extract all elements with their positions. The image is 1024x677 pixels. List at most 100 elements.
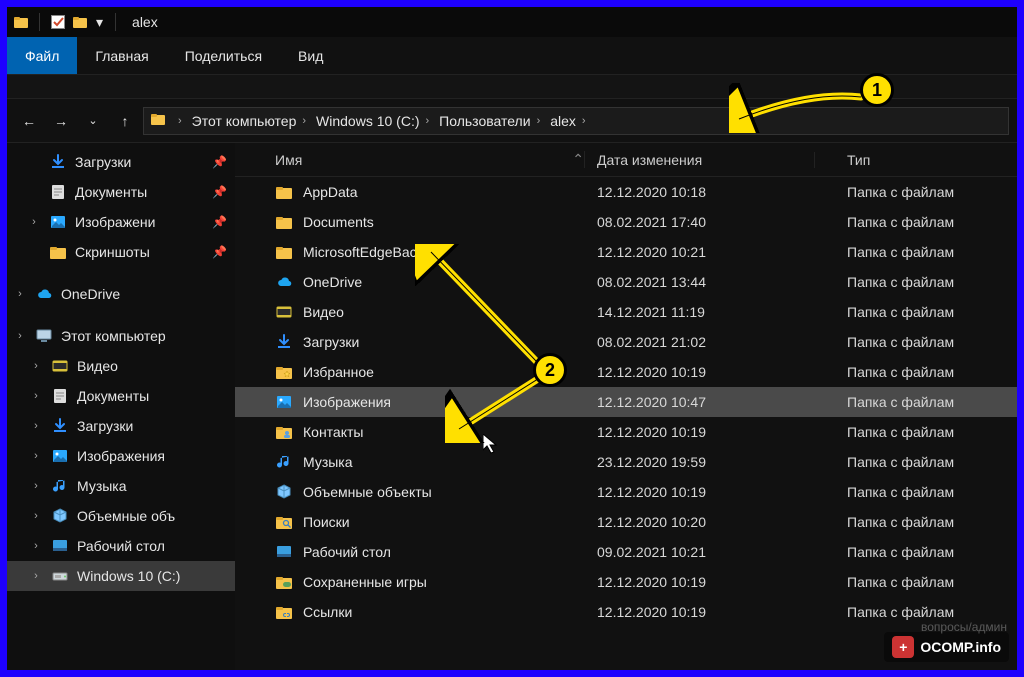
nav-item[interactable]: ›Рабочий стол: [7, 531, 235, 561]
nav-item[interactable]: ›OneDrive: [7, 279, 235, 309]
chevron-right-icon[interactable]: ›: [29, 360, 43, 372]
chevron-right-icon[interactable]: ›: [29, 510, 43, 522]
breadcrumb-seg-0[interactable]: Этот компьютер›: [188, 113, 310, 129]
file-type: Папка с файлам: [815, 514, 1017, 530]
file-row[interactable]: Избранное12.12.2020 10:19Папка с файлам: [235, 357, 1017, 387]
file-date: 08.02.2021 13:44: [585, 274, 815, 290]
view-tab[interactable]: Вид: [280, 37, 341, 74]
chevron-right-icon[interactable]: ›: [29, 450, 43, 462]
file-name: Изображения: [303, 394, 391, 410]
file-row[interactable]: MicrosoftEdgeBackups12.12.2020 10:21Папк…: [235, 237, 1017, 267]
video-icon: [51, 357, 69, 375]
nav-item[interactable]: ›Загрузки: [7, 411, 235, 441]
col-type: Тип: [815, 152, 1017, 168]
file-date: 14.12.2021 11:19: [585, 304, 815, 320]
file-tab[interactable]: Файл: [7, 37, 77, 74]
file-row[interactable]: OneDrive08.02.2021 13:44Папка с файлам: [235, 267, 1017, 297]
nav-label: Скриншоты: [75, 244, 150, 260]
nav-label: Объемные объ: [77, 508, 175, 524]
nav-item[interactable]: › Этот компьютер: [7, 321, 235, 351]
file-name: Контакты: [303, 424, 363, 440]
col-name: Имя⌃: [235, 151, 585, 168]
desk-icon: [51, 537, 69, 555]
back-button[interactable]: ←: [15, 107, 43, 135]
folder-icon: [13, 14, 29, 30]
nav-item[interactable]: Загрузки📌: [7, 147, 235, 177]
nav-item[interactable]: ›Изображени📌: [7, 207, 235, 237]
file-date: 12.12.2020 10:21: [585, 244, 815, 260]
col-date: Дата изменения: [585, 152, 815, 168]
file-name: Объемные объекты: [303, 484, 432, 500]
nav-item[interactable]: ›Изображения: [7, 441, 235, 471]
file-row[interactable]: Поиски12.12.2020 10:20Папка с файлам: [235, 507, 1017, 537]
nav-item[interactable]: ›Видео: [7, 351, 235, 381]
file-date: 12.12.2020 10:19: [585, 604, 815, 620]
file-row[interactable]: Загрузки08.02.2021 21:02Папка с файлам: [235, 327, 1017, 357]
file-name: Загрузки: [303, 334, 359, 350]
cursor-icon: [483, 434, 503, 454]
nav-item[interactable]: ›Windows 10 (C:): [7, 561, 235, 591]
file-row[interactable]: Рабочий стол09.02.2021 10:21Папка с файл…: [235, 537, 1017, 567]
chevron-right-icon[interactable]: ›: [29, 570, 43, 582]
nav-item[interactable]: ›Музыка: [7, 471, 235, 501]
nav-item[interactable]: › Объемные объ: [7, 501, 235, 531]
column-headers[interactable]: Имя⌃ Дата изменения Тип: [235, 143, 1017, 177]
nav-label: Документы: [77, 388, 149, 404]
cloud-icon: [275, 273, 293, 291]
pin-icon: 📌: [212, 215, 227, 229]
breadcrumb-seg-1[interactable]: Windows 10 (C:)›: [312, 113, 433, 129]
chevron-right-icon[interactable]: ›: [29, 420, 43, 432]
share-tab[interactable]: Поделиться: [167, 37, 280, 74]
file-type: Папка с файлам: [815, 364, 1017, 380]
pc-icon: [35, 327, 53, 345]
home-tab[interactable]: Главная: [77, 37, 166, 74]
titlebar: ▾ alex: [7, 7, 1017, 37]
chevron-right-icon[interactable]: ›: [29, 540, 43, 552]
forward-button[interactable]: →: [47, 107, 75, 135]
nav-item[interactable]: Документы📌: [7, 177, 235, 207]
cloud-icon: [35, 285, 53, 303]
file-row[interactable]: Сохраненные игры12.12.2020 10:19Папка с …: [235, 567, 1017, 597]
file-row[interactable]: Изображения12.12.2020 10:47Папка с файла…: [235, 387, 1017, 417]
address-bar[interactable]: › Этот компьютер› Windows 10 (C:)› Польз…: [143, 107, 1009, 135]
download-icon: [51, 417, 69, 435]
nav-item[interactable]: › Документы: [7, 381, 235, 411]
callout-1: 1: [860, 73, 894, 107]
checkbox-icon[interactable]: [50, 14, 66, 30]
file-type: Папка с файлам: [815, 544, 1017, 560]
nav-item[interactable]: Скриншоты📌: [7, 237, 235, 267]
file-name: Избранное: [303, 364, 374, 380]
nav-row: ← → ⌄ ↑ › Этот компьютер› Windows 10 (C:…: [7, 99, 1017, 143]
chevron-right-icon[interactable]: ›: [13, 288, 27, 300]
folderstar-icon: [275, 363, 293, 381]
file-row[interactable]: Ссылки12.12.2020 10:19Папка с файлам: [235, 597, 1017, 627]
breadcrumb-seg-3[interactable]: alex›: [546, 113, 589, 129]
file-row[interactable]: Объемные объекты12.12.2020 10:19Папка с …: [235, 477, 1017, 507]
history-dropdown[interactable]: ⌄: [79, 107, 107, 135]
nav-pane[interactable]: Загрузки📌Документы📌›Изображени📌Скриншоты…: [7, 143, 235, 670]
file-type: Папка с файлам: [815, 274, 1017, 290]
foldercontact-icon: [275, 423, 293, 441]
nav-label: Этот компьютер: [61, 328, 166, 344]
breadcrumb-root[interactable]: ›: [168, 115, 186, 127]
file-row[interactable]: Контакты12.12.2020 10:19Папка с файлам: [235, 417, 1017, 447]
file-type: Папка с файлам: [815, 484, 1017, 500]
file-name: Ссылки: [303, 604, 352, 620]
file-type: Папка с файлам: [815, 394, 1017, 410]
breadcrumb-seg-2[interactable]: Пользователи›: [435, 113, 544, 129]
folder-small-icon[interactable]: [72, 14, 88, 30]
file-row[interactable]: Музыка23.12.2020 19:59Папка с файлам: [235, 447, 1017, 477]
chevron-right-icon[interactable]: ›: [13, 330, 27, 342]
file-list[interactable]: AppData12.12.2020 10:18Папка с файламDoc…: [235, 177, 1017, 670]
qat-overflow-icon[interactable]: ▾: [96, 14, 103, 31]
chevron-right-icon[interactable]: ›: [29, 390, 43, 402]
chevron-right-icon[interactable]: ›: [29, 480, 43, 492]
file-row[interactable]: AppData12.12.2020 10:18Папка с файлам: [235, 177, 1017, 207]
file-row[interactable]: Видео14.12.2021 11:19Папка с файлам: [235, 297, 1017, 327]
file-row[interactable]: Documents08.02.2021 17:40Папка с файлам: [235, 207, 1017, 237]
pin-icon: 📌: [212, 185, 227, 199]
chevron-right-icon[interactable]: ›: [27, 216, 41, 228]
pin-icon: 📌: [212, 155, 227, 169]
desk-icon: [275, 543, 293, 561]
up-button[interactable]: ↑: [111, 107, 139, 135]
